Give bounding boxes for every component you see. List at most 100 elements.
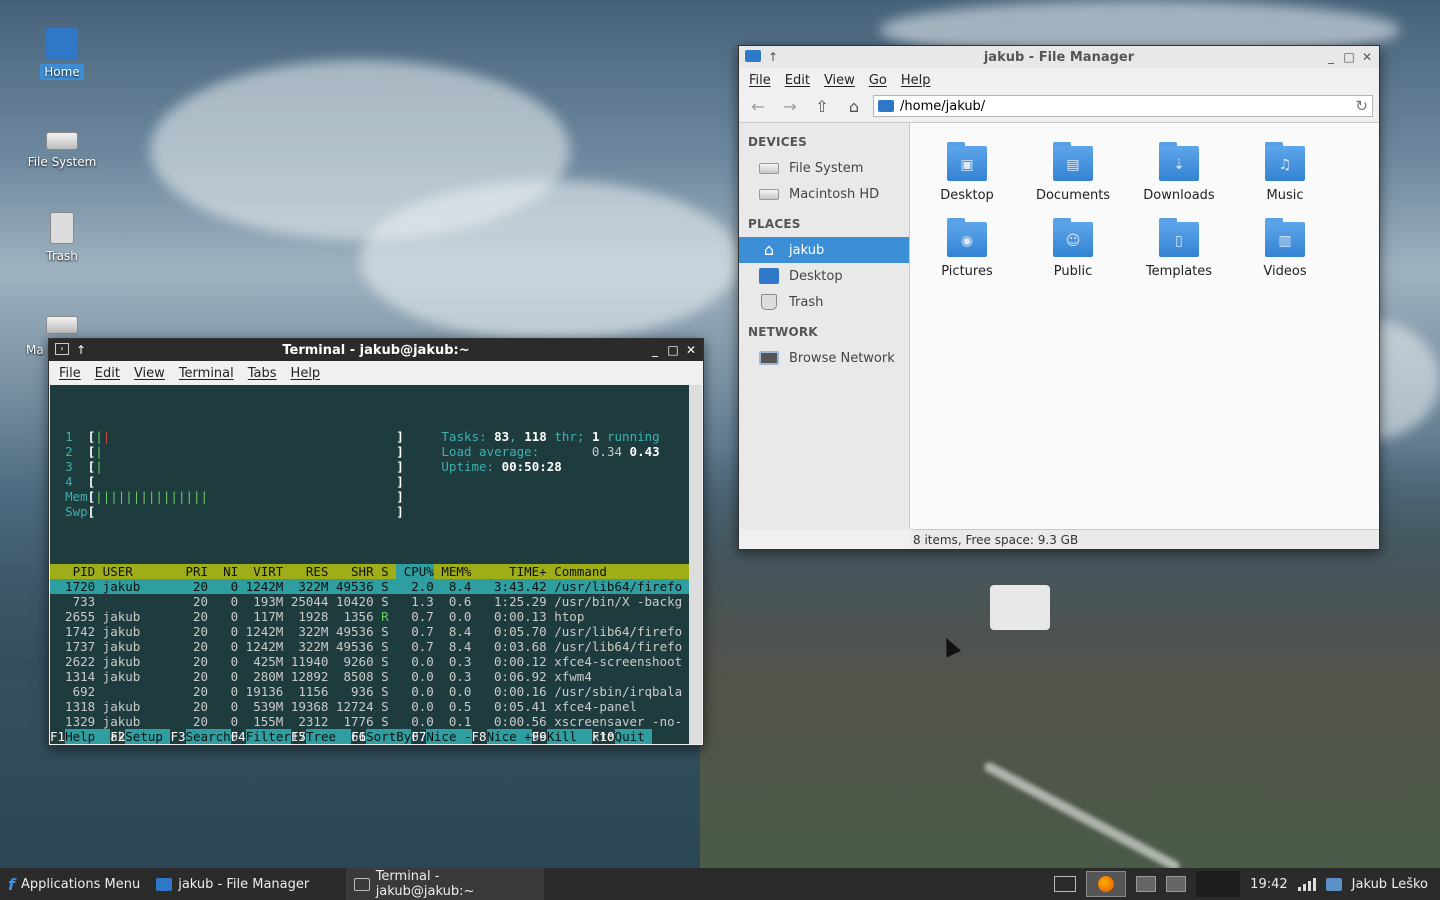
terminal-app-icon[interactable]: ›	[55, 343, 69, 355]
path-input[interactable]	[900, 98, 1356, 114]
taskbar-window-file-manager[interactable]: jakub - File Manager	[148, 868, 346, 900]
cruise-ship	[990, 585, 1050, 630]
menu-file[interactable]: File	[743, 71, 777, 90]
desktop-icon-home[interactable]: Home	[22, 28, 102, 80]
htop-process-row[interactable]: 692 20 0 19136 1156 936 S 0.0 0.0 0:00.1…	[50, 684, 689, 699]
htop-column-header[interactable]: PID USER PRI NI VIRT RES SHR S CPU% MEM%…	[50, 564, 689, 579]
sidebar-item-file-system[interactable]: File System	[739, 155, 909, 181]
menu-tabs[interactable]: Tabs	[242, 364, 283, 383]
drive-icon	[46, 316, 78, 334]
sidebar-item-desktop[interactable]: Desktop	[739, 263, 909, 289]
menu-go[interactable]: Go	[863, 71, 893, 90]
desktop-icon-file-system[interactable]: File System	[22, 120, 102, 170]
stick-arrow-icon[interactable]: ↑	[767, 50, 779, 64]
folder-item-documents[interactable]: ▤ Documents	[1020, 139, 1126, 203]
folder-icon	[878, 100, 894, 112]
htop-fkey[interactable]: F1Help	[50, 729, 111, 744]
stick-arrow-icon[interactable]: ↑	[75, 343, 87, 357]
terminal-icon	[354, 877, 370, 891]
taskbar-window-terminal[interactable]: Terminal - jakub@jakub:~	[346, 868, 545, 900]
desktop-icon-macintosh-hd[interactable]: Ma	[22, 304, 102, 357]
menu-view[interactable]: View	[818, 71, 861, 90]
up-arrow-icon[interactable]: ⇧	[809, 95, 835, 117]
close-icon[interactable]: ✕	[685, 343, 697, 357]
menu-terminal[interactable]: Terminal	[173, 364, 240, 383]
menu-edit[interactable]: Edit	[89, 364, 126, 383]
htop-process-row[interactable]: 2655 jakub 20 0 117M 1928 1356 R 0.7 0.0…	[50, 609, 689, 624]
file-manager-window: ↑ jakub - File Manager _ □ ✕ File Edit V…	[738, 45, 1380, 550]
sidebar-item-trash[interactable]: Trash	[739, 289, 909, 315]
terminal-titlebar[interactable]: › ↑ Terminal - jakub@jakub:~ _ □ ✕	[49, 339, 703, 361]
htop-process-row[interactable]: 1720 jakub 20 0 1242M 322M 49536 S 2.0 8…	[50, 579, 689, 594]
htop-process-row[interactable]: 1737 jakub 20 0 1242M 322M 49536 S 0.7 8…	[50, 639, 689, 654]
sidebar-item-macintosh-hd[interactable]: Macintosh HD	[739, 181, 909, 207]
htop-process-row[interactable]: 1742 jakub 20 0 1242M 322M 49536 S 0.7 8…	[50, 624, 689, 639]
sidebar-item-jakub[interactable]: ⌂ jakub	[739, 237, 909, 263]
menu-view[interactable]: View	[128, 364, 171, 383]
maximize-icon[interactable]: □	[667, 343, 679, 357]
network-signal-icon[interactable]	[1297, 877, 1316, 891]
folder-label: Desktop	[940, 188, 994, 203]
folder-item-pictures[interactable]: ◉ Pictures	[914, 215, 1020, 279]
desktop-icon-trash[interactable]: Trash	[22, 212, 102, 264]
htop-process-row[interactable]: 1318 jakub 20 0 539M 19368 12724 S 0.0 0…	[50, 699, 689, 714]
reload-icon[interactable]: ↻	[1355, 97, 1368, 115]
show-desktop-icon[interactable]	[1054, 876, 1077, 892]
fedora-logo-icon: f	[8, 874, 15, 894]
window-menu-icon[interactable]	[745, 50, 761, 62]
minimize-icon[interactable]: _	[649, 343, 661, 357]
htop-process-row[interactable]: 2622 jakub 20 0 425M 11940 9260 S 0.0 0.…	[50, 654, 689, 669]
htop-fkey[interactable]: F5Tree	[291, 729, 352, 744]
forward-arrow-icon[interactable]: →	[777, 95, 803, 117]
htop-fkey[interactable]: F7Nice -	[411, 729, 472, 744]
sidebar-heading-devices: DEVICES	[748, 135, 807, 149]
menu-edit[interactable]: Edit	[779, 71, 816, 90]
workspace-1[interactable]	[1136, 876, 1157, 892]
htop-process-row[interactable]: 1329 jakub 20 0 155M 2312 1776 S 0.0 0.1…	[50, 714, 689, 729]
workspace-2[interactable]	[1166, 876, 1187, 892]
htop-fkey[interactable]: F4Filter	[231, 729, 291, 744]
back-arrow-icon[interactable]: ←	[745, 95, 771, 117]
file-manager-titlebar[interactable]: ↑ jakub - File Manager _ □ ✕	[739, 46, 1379, 68]
folder-label: Documents	[1035, 188, 1111, 203]
workspace-3[interactable]	[1196, 871, 1241, 897]
sidebar-item-browse-network[interactable]: Browse Network	[739, 345, 909, 371]
htop-fkey[interactable]: F10Quit	[592, 729, 653, 744]
sidebar-item-label: File System	[789, 160, 864, 176]
htop-fkey[interactable]: F3Search	[170, 729, 231, 744]
home-icon[interactable]: ⌂	[841, 95, 867, 117]
desktop-icon-label: Trash	[46, 249, 78, 263]
menu-file[interactable]: File	[53, 364, 87, 383]
folder-item-videos[interactable]: ▥ Videos	[1232, 215, 1338, 279]
terminal-screen[interactable]: 1 [|| ] Tasks: 83, 118 thr; 1 running 2 …	[50, 385, 689, 744]
htop-process-row[interactable]: 733 20 0 193M 25044 10420 S 1.3 0.6 1:25…	[50, 594, 689, 609]
folder-item-public[interactable]: ☺ Public	[1020, 215, 1126, 279]
folder-item-music[interactable]: ♫ Music	[1232, 139, 1338, 203]
menu-help[interactable]: Help	[285, 364, 327, 383]
terminal-scrollbar[interactable]	[689, 385, 702, 744]
close-icon[interactable]: ✕	[1361, 50, 1373, 64]
folder-item-downloads[interactable]: ⇣ Downloads	[1126, 139, 1232, 203]
folder-item-desktop[interactable]: ▣ Desktop	[914, 139, 1020, 203]
clock[interactable]: 19:42	[1250, 877, 1287, 892]
user-name[interactable]: Jakub Leško	[1352, 877, 1428, 892]
maximize-icon[interactable]: □	[1343, 50, 1355, 64]
file-view[interactable]: ▣ Desktop ▤ Documents ⇣ Downloads ♫ Musi…	[910, 123, 1379, 529]
desktop-icon-label: Home	[40, 64, 84, 80]
sidebar-heading-network: NETWORK	[748, 325, 818, 339]
folder-item-templates[interactable]: ▯ Templates	[1126, 215, 1232, 279]
window-title: jakub - File Manager	[983, 49, 1135, 65]
htop-fkey[interactable]: F6SortBy	[351, 729, 412, 744]
htop-fkey[interactable]: F8Nice +	[472, 729, 532, 744]
folder-label: Templates	[1145, 264, 1213, 279]
applications-menu-button[interactable]: f Applications Menu	[0, 868, 148, 900]
htop-process-row[interactable]: 1314 jakub 20 0 280M 12892 8508 S 0.0 0.…	[50, 669, 689, 684]
htop-fkey[interactable]: F2Setup	[110, 729, 171, 744]
launcher-firefox[interactable]	[1086, 871, 1127, 897]
htop-process-table: PID USER PRI NI VIRT RES SHR S CPU% MEM%…	[50, 564, 689, 744]
menu-help[interactable]: Help	[895, 71, 937, 90]
location-bar: ↻	[873, 95, 1373, 117]
minimize-icon[interactable]: _	[1325, 50, 1337, 64]
drive-icon	[759, 188, 779, 200]
htop-fkey[interactable]: F9Kill	[532, 729, 592, 744]
